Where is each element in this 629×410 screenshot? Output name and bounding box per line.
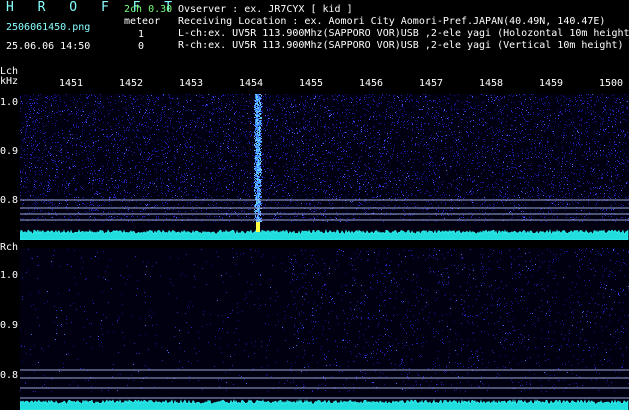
x-tick: 1453 — [179, 78, 204, 89]
x-tick: 1455 — [299, 78, 324, 89]
rch-waterfall — [20, 248, 629, 410]
datetime-label: 25.06.06 14:50 — [6, 41, 91, 52]
filename-label: 2506061450.png — [6, 22, 91, 33]
x-tick: 1459 — [539, 78, 564, 89]
lch-unit-label: kHz — [0, 76, 19, 87]
waterfall-background — [20, 248, 629, 410]
x-tick: 1500 — [599, 78, 624, 89]
lch-y-tick: 0.8 — [0, 195, 19, 206]
meteor-label: meteor — [124, 16, 161, 27]
location-line: Receiving Location : ex. Aomori City Aom… — [178, 16, 606, 27]
lch-y-tick: 0.9 — [0, 146, 19, 157]
lch-waterfall — [20, 94, 629, 240]
lch-panel: Lch kHz 1.0 0.9 0.8 1451 1452 1453 1454 … — [0, 64, 629, 240]
rch-channel-label: Rch — [0, 242, 19, 253]
signal-peak-marker — [256, 222, 260, 232]
channel-info: 2ch 0.30 — [124, 4, 173, 15]
rch-panel: Rch 1.0 0.9 0.8 — [0, 240, 629, 410]
lch-freq-axis: 1451 1452 1453 1454 1455 1456 1457 1458 … — [20, 78, 629, 94]
lch-description: L-ch:ex. UV5R 113.900Mhz(SAPPORO VOR)USB… — [178, 28, 629, 39]
x-tick: 1452 — [119, 78, 144, 89]
rch-y-tick: 0.9 — [0, 320, 19, 331]
lch-meteor-count: 1 — [138, 29, 145, 40]
observer-line: Ovserver : ex. JR7CYX [ kid ] — [178, 4, 353, 15]
x-tick: 1457 — [419, 78, 444, 89]
rch-description: R-ch:ex. UV5R 113.900Mhz(SAPPORO VOR)USB… — [178, 40, 624, 51]
x-tick: 1458 — [479, 78, 504, 89]
rch-meteor-count: 0 — [138, 41, 145, 52]
rch-y-tick: 0.8 — [0, 370, 19, 381]
rch-waterfall-canvas — [20, 248, 629, 410]
lch-waterfall-canvas — [20, 94, 629, 240]
spectrum-trace — [20, 398, 629, 410]
rch-y-tick: 1.0 — [0, 270, 19, 281]
x-tick: 1454 — [239, 78, 264, 89]
lch-y-tick: 1.0 — [0, 97, 19, 108]
x-tick: 1456 — [359, 78, 384, 89]
x-tick: 1451 — [59, 78, 84, 89]
